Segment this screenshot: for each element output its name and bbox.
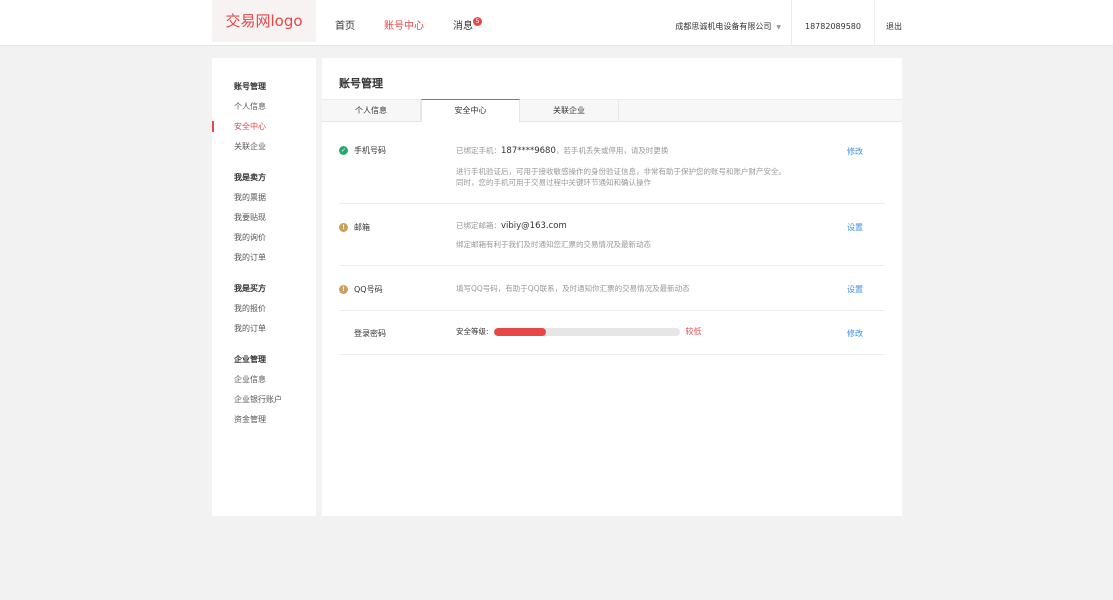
- top-header: 交易网logo 首页 账号中心 消息 5 成都思诚机电设备有限公司 ▼ 18782…: [0, 0, 1113, 46]
- company-switcher[interactable]: 成都思诚机电设备有限公司 ▼: [662, 0, 791, 46]
- phone-suffix: ，若手机丢失或停用，请及时更换: [555, 146, 669, 155]
- message-count-badge: 5: [473, 17, 482, 26]
- strength-level-text: 较低: [685, 327, 702, 336]
- email-value: vibiy@163.com: [501, 221, 567, 231]
- phone-description: 进行手机验证后，可用于接收敏感操作的身份验证信息，非常有助于保护您的账号和账户财…: [456, 166, 786, 188]
- sidebar-group-title: 我是买方: [234, 284, 266, 293]
- row-label: ! 邮箱: [339, 222, 370, 233]
- row-label-text: QQ号码: [354, 285, 383, 294]
- sidebar-item-seller-orders[interactable]: 我的订单: [234, 248, 316, 268]
- phone-desc-line1: 进行手机验证后，可用于接收敏感操作的身份验证信息，非常有助于保护您的账号和账户财…: [456, 167, 786, 176]
- sidebar-item-discount[interactable]: 我要贴现: [234, 208, 316, 228]
- phone-prefix: 已绑定手机：: [456, 146, 501, 155]
- security-row-phone: ✓ 手机号码 已绑定手机：187****9680，若手机丢失或停用，请及时更换 …: [339, 124, 885, 204]
- phone-desc-line2: 同时，您的手机可用于交易过程中关键环节通知和确认操作: [456, 178, 651, 187]
- security-row-email: ! 邮箱 已绑定邮箱：vibiy@163.com 绑定邮箱有利于我们及时通知您汇…: [339, 204, 885, 266]
- tab-linked-company[interactable]: 关联企业: [520, 100, 619, 122]
- sidebar-item-my-bills[interactable]: 我的票据: [234, 188, 316, 208]
- security-list: ✓ 手机号码 已绑定手机：187****9680，若手机丢失或停用，请及时更换 …: [339, 124, 885, 355]
- sidebar-item-company-info[interactable]: 企业信息: [234, 370, 316, 390]
- site-logo[interactable]: 交易网logo: [212, 0, 316, 42]
- strength-label: 安全等级:: [456, 327, 489, 336]
- modify-password-link[interactable]: 修改: [847, 328, 863, 339]
- phone-status: 已绑定手机：187****9680，若手机丢失或停用，请及时更换: [456, 145, 668, 157]
- sidebar-item-bank-account[interactable]: 企业银行账户: [234, 390, 316, 410]
- check-icon: ✓: [339, 146, 348, 155]
- password-strength: 安全等级: 较低: [456, 326, 702, 337]
- row-label-text: 手机号码: [354, 146, 386, 155]
- sidebar-item-linked-company[interactable]: 关联企业: [234, 137, 316, 157]
- strength-bar-fill: [493, 328, 546, 336]
- sidebar-item-inquiry[interactable]: 我的询价: [234, 228, 316, 248]
- warning-icon: !: [339, 285, 348, 294]
- sidebar-item-quotes[interactable]: 我的报价: [234, 299, 316, 319]
- row-label-text: 登录密码: [354, 329, 386, 338]
- company-name: 成都思诚机电设备有限公司: [675, 22, 772, 31]
- nav-messages-label: 消息: [453, 21, 473, 32]
- header-user-area: 成都思诚机电设备有限公司 ▼ 18782089580 退出: [662, 0, 1113, 46]
- sidebar: 账号管理 个人信息 安全中心 关联企业 我是卖方 我的票据 我要贴现 我的询价 …: [212, 58, 316, 516]
- security-row-qq: ! QQ号码 填写QQ号码，有助于QQ联系，及时通知你汇票的交易情况及最新动态 …: [339, 266, 885, 311]
- sidebar-group-title: 账号管理: [234, 82, 266, 91]
- row-label: ! QQ号码: [339, 284, 383, 295]
- email-prefix: 已绑定邮箱：: [456, 221, 501, 230]
- chevron-down-icon: ▼: [776, 24, 781, 31]
- tab-security[interactable]: 安全中心: [421, 99, 520, 122]
- row-label: ✓ 手机号码: [339, 145, 386, 156]
- sidebar-item-buyer-orders[interactable]: 我的订单: [234, 319, 316, 339]
- row-label: 登录密码: [339, 328, 386, 339]
- row-label-text: 邮箱: [354, 223, 370, 232]
- qq-description: 填写QQ号码，有助于QQ联系，及时通知你汇票的交易情况及最新动态: [456, 284, 690, 293]
- tab-profile[interactable]: 个人信息: [322, 100, 421, 122]
- set-email-link[interactable]: 设置: [847, 222, 863, 233]
- sidebar-group-title: 企业管理: [234, 355, 266, 364]
- email-description: 绑定邮箱有利于我们及时通知您汇票的交易情况及最新动态: [456, 240, 651, 249]
- sidebar-group-seller: 我是卖方 我的票据 我要贴现 我的询价 我的订单: [212, 168, 316, 268]
- phone-value: 187****9680: [501, 146, 556, 156]
- sidebar-group-title: 我是卖方: [234, 173, 266, 182]
- sidebar-group-company: 企业管理 企业信息 企业银行账户 资金管理: [212, 350, 316, 430]
- sidebar-item-profile[interactable]: 个人信息: [234, 97, 316, 117]
- nav-home[interactable]: 首页: [335, 0, 355, 46]
- page-title: 账号管理: [339, 77, 383, 90]
- nav-account-center[interactable]: 账号中心: [384, 0, 424, 46]
- user-phone: 18782089580: [791, 0, 874, 46]
- strength-bar: [493, 328, 680, 336]
- sidebar-group-account: 账号管理 个人信息 安全中心 关联企业: [212, 77, 316, 157]
- set-qq-link[interactable]: 设置: [847, 284, 863, 295]
- security-row-password: 登录密码 安全等级: 较低 修改: [339, 311, 885, 355]
- sidebar-group-buyer: 我是买方 我的报价 我的订单: [212, 279, 316, 339]
- nav-messages[interactable]: 消息 5: [453, 0, 482, 46]
- warning-icon: !: [339, 223, 348, 232]
- sidebar-item-security[interactable]: 安全中心: [212, 117, 316, 137]
- modify-phone-link[interactable]: 修改: [847, 146, 863, 157]
- status-placeholder: [339, 329, 348, 338]
- email-status: 已绑定邮箱：vibiy@163.com: [456, 220, 567, 232]
- logout-button[interactable]: 退出: [874, 0, 1113, 46]
- sidebar-item-funds[interactable]: 资金管理: [234, 410, 316, 430]
- main-nav: 首页 账号中心 消息 5: [335, 0, 502, 46]
- main-panel: 账号管理 个人信息 安全中心 关联企业 ✓ 手机号码 已绑定手机：187****…: [322, 58, 902, 516]
- tab-bar: 个人信息 安全中心 关联企业: [322, 99, 902, 122]
